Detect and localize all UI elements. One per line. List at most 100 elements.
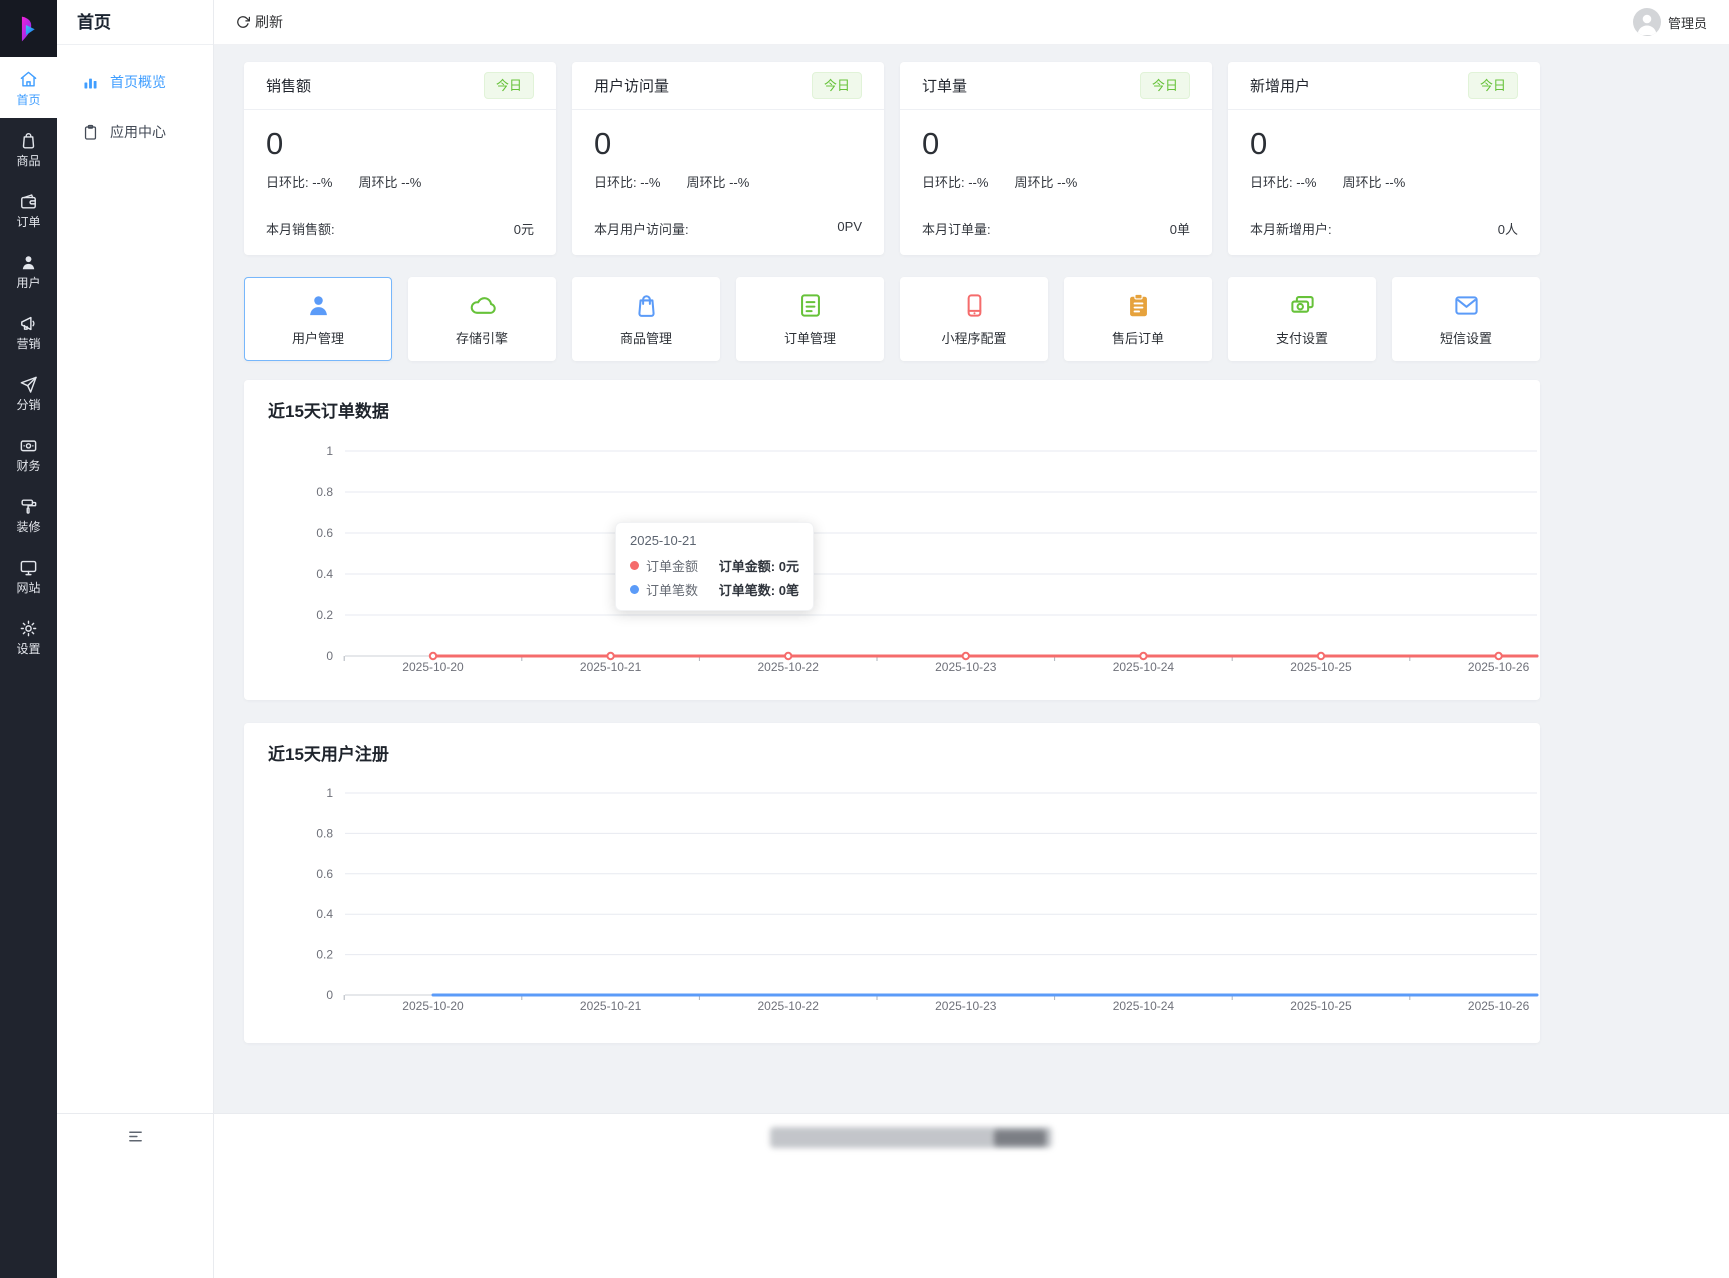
username: 管理员: [1667, 15, 1707, 31]
svg-text:2025-10-21: 2025-10-21: [580, 660, 642, 674]
appcenter-icon: [82, 124, 99, 141]
shortcut-card[interactable]: 售后订单: [1064, 277, 1212, 361]
svg-text:2025-10-25: 2025-10-25: [1290, 660, 1352, 674]
order-manage-icon: [797, 292, 824, 319]
brand-logo-icon: [21, 16, 35, 41]
shortcut-card[interactable]: 订单管理: [736, 277, 884, 361]
today-badge: 今日: [811, 72, 862, 99]
sidebar-item[interactable]: 应用中心: [57, 107, 213, 157]
settings-icon: [19, 619, 38, 638]
svg-text:2025-10-26: 2025-10-26: [1468, 999, 1530, 1013]
overview-icon: [82, 74, 99, 91]
month-label: 本月订单量:: [922, 222, 991, 237]
footer-blurred-text-dark: [994, 1130, 1046, 1146]
week-ratio: 周环比 --%: [686, 175, 750, 190]
month-value: 0人: [1497, 222, 1518, 237]
stat-card: 订单量 今日 0 日环比: --% 周环比 --% 本月订单量: 0单: [900, 62, 1212, 255]
topbar: 刷新 管理员: [214, 0, 1729, 45]
svg-text:0.8: 0.8: [316, 485, 333, 499]
storage-icon: [469, 292, 496, 319]
month-label: 本月用户访问量:: [594, 222, 689, 237]
refresh-icon: [237, 16, 250, 28]
stat-card: 用户访问量 今日 0 日环比: --% 周环比 --% 本月用户访问量: 0PV: [572, 62, 884, 255]
svg-text:2025-10-20: 2025-10-20: [402, 660, 464, 674]
week-ratio: 周环比 --%: [1342, 175, 1406, 190]
user-manage-icon: [305, 292, 332, 319]
week-ratio: 周环比 --%: [358, 175, 422, 190]
svg-text:2025-10-24: 2025-10-24: [1113, 660, 1175, 674]
rail-nav: 首页 商品 订单 用户 营销 分销 财务 装修 网站 设置: [0, 0, 57, 1278]
app-logo[interactable]: [0, 0, 57, 57]
stat-title: 用户访问量: [594, 78, 670, 95]
svg-text:0.6: 0.6: [316, 526, 333, 540]
rail-item[interactable]: 分销: [0, 362, 57, 423]
shortcut-card[interactable]: 小程序配置: [900, 277, 1048, 361]
sidebar-item[interactable]: 首页概览: [57, 57, 213, 107]
sidebar-collapse-toggle[interactable]: [57, 1113, 213, 1159]
svg-text:2025-10-25: 2025-10-25: [1290, 999, 1352, 1013]
sidebar-title: 首页: [57, 0, 213, 45]
week-ratio: 周环比 --%: [1014, 175, 1078, 190]
goods-icon: [19, 131, 38, 150]
shortcuts-row: 用户管理 存储引擎 商品管理 订单管理 小程序配置 售后订单 支付设置 短信设置: [244, 277, 1540, 361]
stats-row: 销售额 今日 0 日环比: --% 周环比 --% 本月销售额: 0元 用户访问…: [244, 62, 1540, 255]
menu-fold-icon: [128, 1131, 142, 1142]
rail-item[interactable]: 财务: [0, 423, 57, 484]
rail-item[interactable]: 营销: [0, 301, 57, 362]
registrations-chart-card: 近15天用户注册 1 0.8 0.6 0.4 0.2 0 2025-10-20 2025-10…: [244, 723, 1540, 1043]
rail-item[interactable]: 首页: [0, 57, 57, 118]
shortcut-card[interactable]: 商品管理: [572, 277, 720, 361]
month-value: 0单: [1169, 222, 1190, 237]
month-label: 本月新增用户:: [1250, 222, 1332, 237]
svg-text:2025-10-23: 2025-10-23: [935, 660, 997, 674]
rail-item[interactable]: 商品: [0, 118, 57, 179]
svg-text:0.8: 0.8: [316, 826, 333, 840]
shortcut-card[interactable]: 用户管理: [244, 277, 392, 361]
svg-text:0.2: 0.2: [316, 948, 333, 962]
sidebar: 首页 首页概览 应用中心: [57, 0, 214, 1278]
goods-manage-icon: [633, 292, 660, 319]
month-value: 0PV: [837, 219, 862, 234]
svg-text:1: 1: [326, 444, 333, 458]
registrations-chart-canvas[interactable]: 1 0.8 0.6 0.4 0.2 0 2025-10-20 2025-10-21 2025-1…: [244, 723, 1540, 1043]
series-dot: [630, 561, 639, 570]
sidebar-menu: 首页概览 应用中心: [57, 45, 213, 157]
day-ratio: 日环比: --%: [594, 175, 661, 190]
stat-value: 0: [1250, 126, 1268, 161]
shortcut-card[interactable]: 支付设置: [1228, 277, 1376, 361]
stat-value: 0: [266, 126, 284, 161]
stat-title: 销售额: [266, 78, 312, 95]
refresh-button[interactable]: 刷新: [236, 12, 283, 32]
shortcut-card[interactable]: 短信设置: [1392, 277, 1540, 361]
marketing-icon: [19, 314, 38, 333]
svg-text:0.4: 0.4: [316, 907, 333, 921]
today-badge: 今日: [483, 72, 534, 99]
shortcut-card[interactable]: 存储引擎: [408, 277, 556, 361]
decorate-icon: [19, 497, 38, 516]
month-value: 0元: [513, 222, 534, 237]
admin-dashboard: 首页 商品 订单 用户 营销 分销 财务 装修 网站 设置 首页 首页概览 应用…: [0, 0, 1729, 1278]
orders-chart-canvas[interactable]: 1 0.8 0.6 0.4 0.2 0 2025-10-20 2025-10-21 2025-1…: [244, 380, 1540, 700]
rail-item[interactable]: 设置: [0, 606, 57, 667]
svg-text:1: 1: [326, 786, 333, 800]
svg-text:0.6: 0.6: [316, 867, 333, 881]
svg-text:0: 0: [326, 988, 333, 1002]
sms-icon: [1453, 292, 1480, 319]
svg-text:2025-10-23: 2025-10-23: [935, 999, 997, 1013]
month-label: 本月销售额:: [266, 222, 335, 237]
rail-item[interactable]: 订单: [0, 179, 57, 240]
rail-item[interactable]: 用户: [0, 240, 57, 301]
svg-text:2025-10-22: 2025-10-22: [758, 660, 820, 674]
home-icon: [19, 70, 38, 89]
avatar: [1632, 8, 1661, 36]
page-footer: [214, 1113, 1729, 1278]
day-ratio: 日环比: --%: [922, 175, 989, 190]
svg-text:0: 0: [326, 649, 333, 663]
rail-item[interactable]: 装修: [0, 484, 57, 545]
svg-text:0.4: 0.4: [316, 567, 333, 581]
stat-value: 0: [922, 126, 940, 161]
svg-text:0.2: 0.2: [316, 608, 333, 622]
user-menu[interactable]: 管理员: [1632, 8, 1707, 36]
website-icon: [19, 558, 38, 577]
rail-item[interactable]: 网站: [0, 545, 57, 606]
